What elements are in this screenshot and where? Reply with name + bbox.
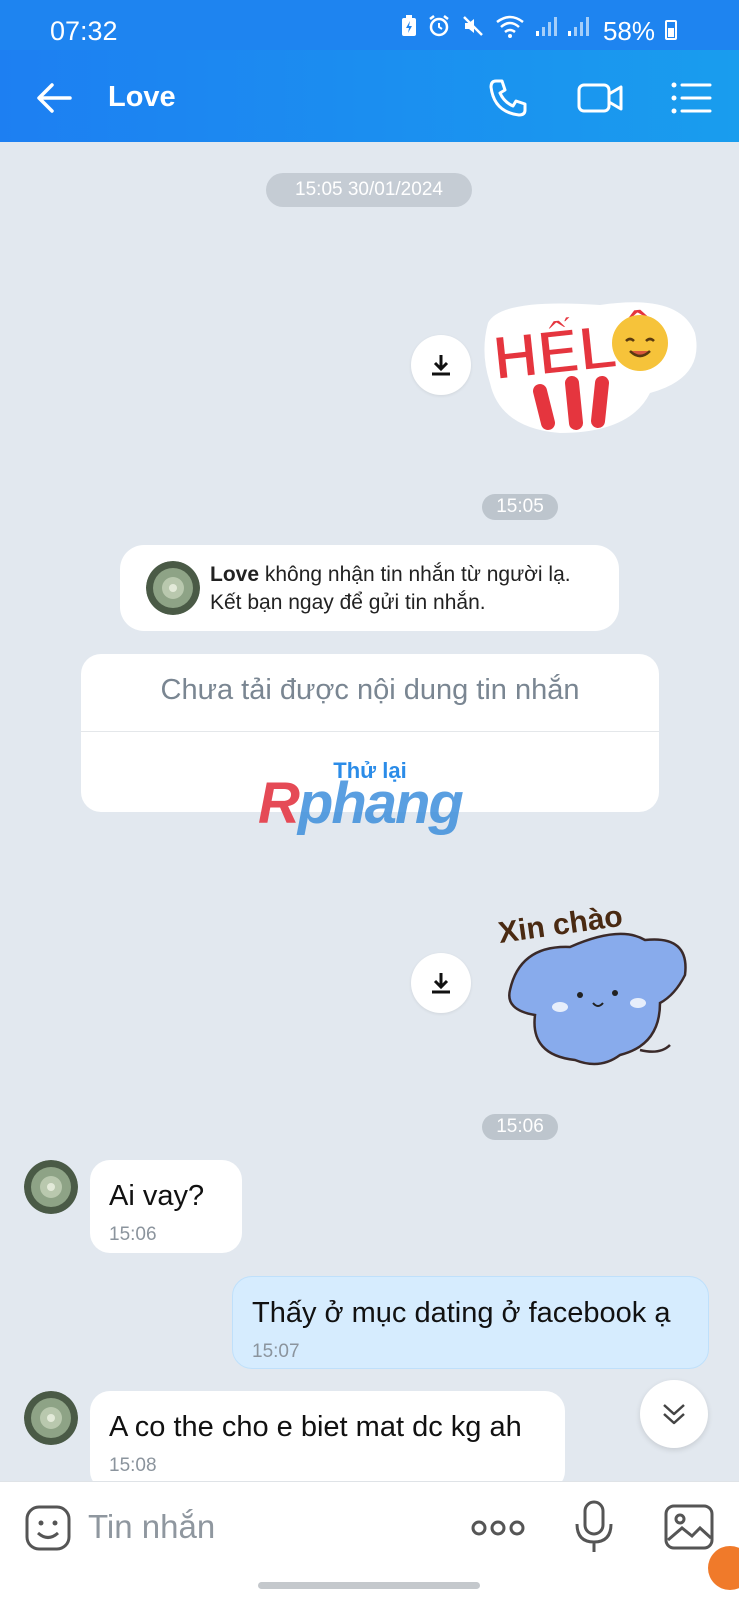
notice-line2: Kết bạn ngay để gửi tin nhắn. <box>210 591 486 614</box>
message-bubble-incoming[interactable]: Ai vay? 15:06 <box>90 1160 242 1253</box>
image-icon[interactable] <box>664 1504 714 1550</box>
message-bubble-outgoing[interactable]: Thấy ở mục dating ở facebook ạ 15:07 <box>232 1276 709 1369</box>
home-indicator[interactable] <box>258 1582 480 1589</box>
list-menu-icon[interactable] <box>668 74 716 122</box>
download-icon <box>432 355 450 376</box>
notice-text: Love không nhận tin nhắn từ người lạ. Kết… <box>210 561 610 617</box>
microphone-icon[interactable] <box>572 1500 616 1554</box>
download-sticker-button[interactable] <box>411 953 471 1013</box>
message-text: Thấy ở mục dating ở facebook ạ <box>252 1297 671 1329</box>
date-separator: 15:05 30/01/2024 <box>266 173 472 207</box>
xin-chao-sticker[interactable]: Xin chào <box>490 885 700 1085</box>
hello-sticker[interactable]: HẾLÔ <box>480 283 710 443</box>
battery-icon <box>665 20 677 40</box>
battery-saver-icon <box>402 15 416 36</box>
time-separator: 15:05 <box>482 494 558 520</box>
more-dots-icon[interactable] <box>470 1510 526 1546</box>
message-text: A co the cho e biet mat dc kg ah <box>109 1411 522 1443</box>
video-camera-icon[interactable] <box>576 74 624 122</box>
wifi-icon <box>496 15 524 38</box>
chevron-double-down-icon <box>663 1404 685 1425</box>
scroll-to-bottom-button[interactable] <box>640 1380 708 1448</box>
signal-icon <box>536 17 557 36</box>
emoji-icon[interactable] <box>24 1504 72 1552</box>
download-icon <box>432 973 450 994</box>
time-separator: 15:06 <box>482 1114 558 1140</box>
status-bar: 07:32 58% <box>0 0 739 50</box>
message-text: Ai vay? <box>109 1180 205 1212</box>
battery-percent: 58% <box>602 16 655 46</box>
notice-name[interactable]: Love <box>210 563 259 586</box>
message-bubble-incoming[interactable]: A co the cho e biet mat dc kg ah 15:08 <box>90 1391 565 1491</box>
download-sticker-button[interactable] <box>411 335 471 395</box>
avatar <box>146 561 200 615</box>
chat-header: Love <box>0 50 739 142</box>
divider <box>81 731 659 732</box>
phone-icon[interactable] <box>484 74 532 122</box>
back-arrow-icon[interactable] <box>34 78 74 118</box>
avatar[interactable] <box>24 1160 78 1214</box>
alarm-icon <box>429 15 449 37</box>
notice-line1: không nhận tin nhắn từ người lạ. <box>259 563 571 586</box>
watermark-logo: Rphang <box>258 771 464 836</box>
message-input[interactable] <box>88 1504 428 1550</box>
failed-message-title: Chưa tải được nội dung tin nhắn <box>160 674 580 706</box>
stranger-notice: Love không nhận tin nhắn từ người lạ. Kết… <box>120 545 619 631</box>
message-time: 15:07 <box>252 1341 300 1362</box>
mute-icon <box>463 16 483 36</box>
status-time: 07:32 <box>50 16 118 46</box>
status-icons <box>401 14 589 38</box>
avatar[interactable] <box>24 1391 78 1445</box>
signal-2-icon <box>568 17 589 36</box>
message-time: 15:08 <box>109 1455 157 1476</box>
message-time: 15:06 <box>109 1224 157 1245</box>
contact-name[interactable]: Love <box>108 81 176 114</box>
